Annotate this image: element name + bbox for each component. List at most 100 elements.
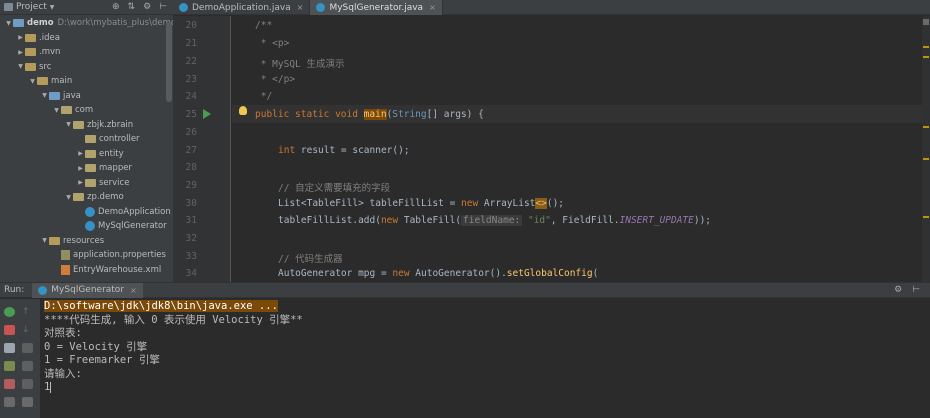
console-line: 对照表: xyxy=(44,327,82,339)
exit-icon[interactable] xyxy=(4,379,15,389)
code-line: int result = scanner(); xyxy=(278,145,410,156)
code-text: result = scanner(); xyxy=(295,145,410,156)
scroll-to-end-icon[interactable] xyxy=(22,361,33,371)
project-scrollbar[interactable] xyxy=(166,22,172,102)
chevron-right-icon[interactable]: ▶ xyxy=(16,34,25,41)
tree-item[interactable]: ▶ mapper xyxy=(76,161,132,176)
hide-icon[interactable]: ⊢ xyxy=(159,2,167,12)
tree-item[interactable]: ▶ entity xyxy=(76,147,124,162)
line-number: 25 xyxy=(185,109,197,120)
trash-icon[interactable] xyxy=(22,397,33,407)
chevron-right-icon[interactable]: ▶ xyxy=(76,150,85,157)
tree-item[interactable]: ▶ .mvn xyxy=(16,45,60,60)
lightbulb-icon[interactable] xyxy=(239,106,247,115)
console-line: 0 = Velocity 引擎 xyxy=(44,340,148,353)
chevron-down-icon[interactable]: ▼ xyxy=(28,78,37,85)
arrow-up-icon[interactable]: ↑ xyxy=(22,307,33,317)
tree-item[interactable]: ▼ main xyxy=(28,74,72,89)
chevron-down-icon[interactable]: ▼ xyxy=(50,4,55,11)
print-icon[interactable] xyxy=(22,379,33,389)
code-line: List<TableFill> tableFillList = new Arra… xyxy=(278,198,564,209)
line-number: 31 xyxy=(185,215,197,226)
editor-tabs: DemoApplication.java × MySqlGenerator.ja… xyxy=(173,0,930,15)
tree-item-label: MySqlGenerator xyxy=(98,221,167,232)
tree-item-label: DemoApplication xyxy=(98,206,171,217)
close-icon[interactable]: × xyxy=(130,286,137,295)
chevron-right-icon[interactable]: ▶ xyxy=(76,179,85,186)
chevron-right-icon[interactable]: ▶ xyxy=(76,165,85,172)
warning-mark[interactable] xyxy=(923,46,929,48)
type-name: String xyxy=(392,109,427,120)
tab-demo-application[interactable]: DemoApplication.java × xyxy=(173,0,311,15)
run-gutter-icon[interactable] xyxy=(203,109,211,119)
inspection-status-icon[interactable] xyxy=(923,19,929,25)
tree-item[interactable]: DemoApplication xyxy=(76,205,171,220)
tree-item-label: .mvn xyxy=(39,47,61,58)
tree-item[interactable]: ▼ com xyxy=(52,103,93,118)
console-command-line: D:\software\jdk\jdk8\bin\java.exe ... xyxy=(44,300,278,312)
tree-item[interactable]: ▼ java xyxy=(40,89,81,104)
tree-item[interactable]: EntryWarehouse.xml xyxy=(52,263,161,278)
chevron-down-icon[interactable]: ▼ xyxy=(52,107,61,114)
run-tab[interactable]: MySqlGenerator × xyxy=(32,282,143,298)
pin-icon[interactable] xyxy=(4,397,15,407)
tree-item[interactable]: ▶ service xyxy=(76,176,129,191)
project-header[interactable]: Project ▼ ⊕ ⇅ ⚙ ⊢ xyxy=(0,0,173,15)
soft-wrap-icon[interactable] xyxy=(22,343,33,353)
chevron-down-icon[interactable]: ▼ xyxy=(16,63,25,70)
stop-icon[interactable] xyxy=(4,325,15,335)
tree-item[interactable]: MySqlGenerator xyxy=(76,219,167,234)
folder-icon xyxy=(73,193,84,202)
tree-item-label: demo xyxy=(27,18,54,29)
keyword: new xyxy=(392,268,410,279)
close-icon[interactable]: × xyxy=(297,3,304,12)
warning-mark[interactable] xyxy=(923,158,929,160)
rerun-icon[interactable] xyxy=(4,307,15,317)
java-class-icon xyxy=(38,285,48,295)
chevron-down-icon[interactable]: ▼ xyxy=(4,20,13,27)
gear-icon[interactable]: ⚙ xyxy=(894,285,902,295)
tree-item[interactable]: ▼ zp.demo xyxy=(64,190,123,205)
chevron-right-icon[interactable]: ▶ xyxy=(16,49,25,56)
tree-item[interactable]: ▶ .idea xyxy=(16,31,60,46)
tree-item[interactable]: controller xyxy=(76,132,140,147)
gear-icon[interactable]: ⚙ xyxy=(143,2,151,12)
enum-constant: INSERT_UPDATE xyxy=(619,215,694,226)
tree-item[interactable]: application.properties xyxy=(52,248,166,263)
warning-mark[interactable] xyxy=(923,126,929,128)
warning-mark[interactable] xyxy=(923,216,929,218)
line-number: 32 xyxy=(185,233,197,244)
tree-item-label: resources xyxy=(63,235,105,246)
chevron-down-icon[interactable]: ▼ xyxy=(64,121,73,128)
error-stripe[interactable] xyxy=(922,16,930,282)
tree-item-label: java xyxy=(63,90,81,101)
line-number: 26 xyxy=(185,127,197,138)
camera-icon[interactable] xyxy=(4,343,15,353)
tree-item[interactable]: ▼ resources xyxy=(40,234,104,249)
chevron-down-icon[interactable]: ▼ xyxy=(64,194,73,201)
tree-item[interactable]: ▼ src xyxy=(16,60,51,75)
warning-mark[interactable] xyxy=(923,56,929,58)
line-number: 29 xyxy=(185,180,197,191)
hide-icon[interactable]: ⊢ xyxy=(912,285,920,295)
collapse-icon[interactable]: ⇅ xyxy=(128,2,136,12)
chevron-down-icon[interactable]: ▼ xyxy=(40,237,49,244)
arrow-down-icon[interactable]: ↓ xyxy=(22,325,33,335)
java-class-icon xyxy=(179,3,188,12)
tree-item-label: .idea xyxy=(39,32,60,43)
tab-mysql-generator[interactable]: MySqlGenerator.java × xyxy=(310,0,443,15)
tree-item-label: com xyxy=(75,105,94,116)
folder-icon xyxy=(13,19,24,28)
project-icon xyxy=(4,3,13,11)
tree-item[interactable]: ▼ demo D:\work\mybatis_plus\demo xyxy=(4,16,173,31)
code-editor[interactable]: 20 21 22 23 24 25 26 27 28 29 30 31 32 3… xyxy=(173,16,930,282)
close-icon[interactable]: × xyxy=(429,3,436,12)
chevron-down-icon[interactable]: ▼ xyxy=(40,92,49,99)
console-output[interactable]: D:\software\jdk\jdk8\bin\java.exe ... ***… xyxy=(44,300,303,395)
debug-icon[interactable] xyxy=(4,361,15,371)
run-label: Run: xyxy=(4,285,25,295)
locate-icon[interactable]: ⊕ xyxy=(112,2,120,12)
run-header: Run: MySqlGenerator × ⚙ ⊢ xyxy=(0,282,930,298)
tree-item[interactable]: ▼ zbjk.zbrain xyxy=(64,118,133,133)
line-number: 27 xyxy=(185,145,197,156)
